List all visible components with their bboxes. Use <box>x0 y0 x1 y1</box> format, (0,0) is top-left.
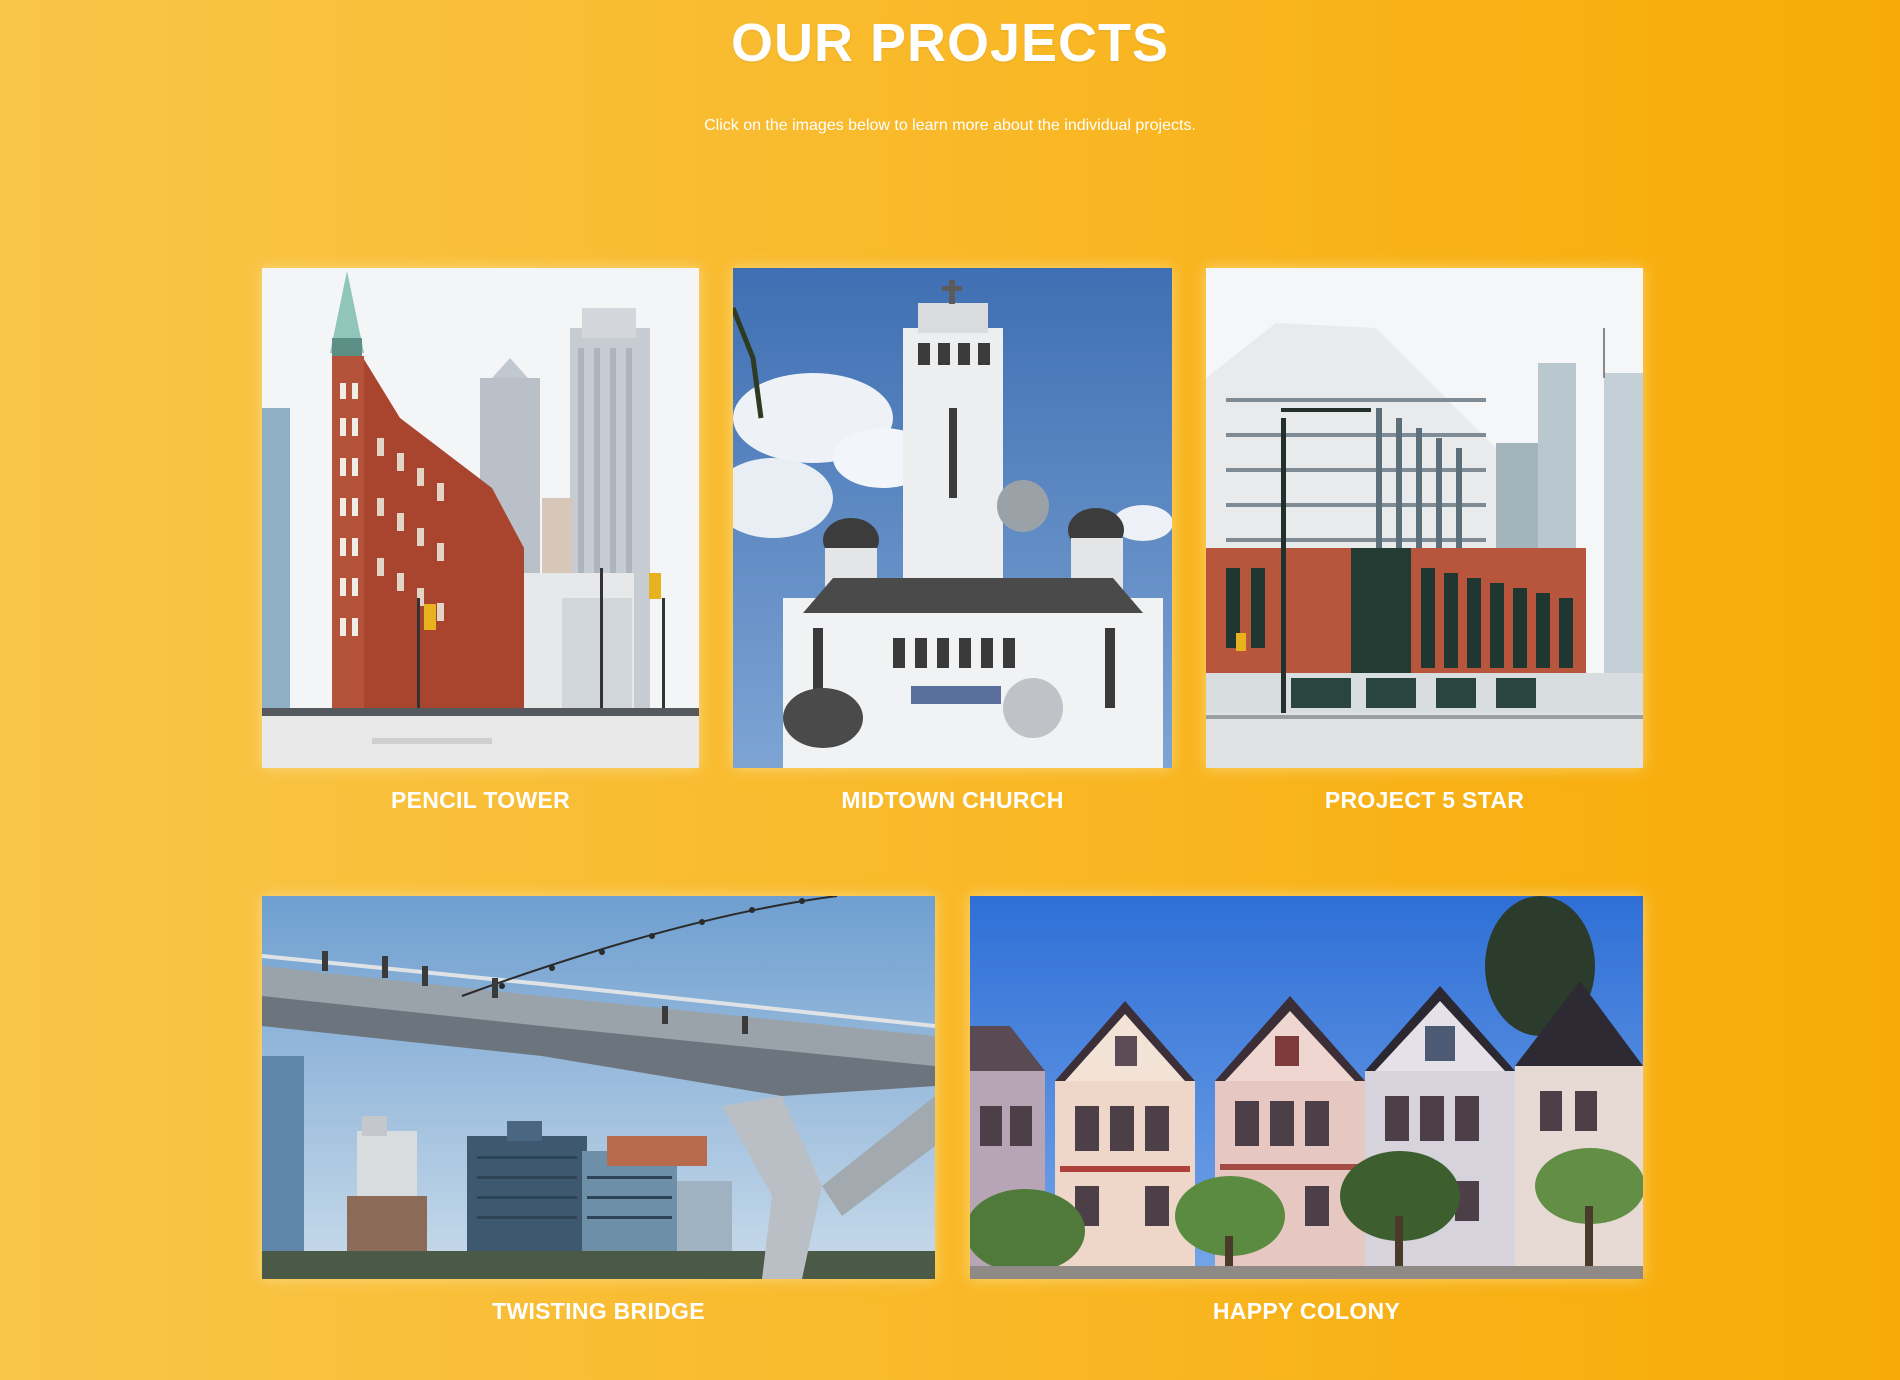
project-card-midtown-church[interactable]: MIDTOWN CHURCH <box>733 268 1172 818</box>
projects-page: OUR PROJECTS Click on the images below t… <box>0 0 1900 1380</box>
project-image-midtown-church[interactable] <box>733 268 1172 768</box>
project-card-project-5-star[interactable]: PROJECT 5 STAR <box>1206 268 1643 818</box>
project-caption-pencil-tower[interactable]: PENCIL TOWER <box>262 787 699 814</box>
project-caption-midtown-church[interactable]: MIDTOWN CHURCH <box>733 787 1172 814</box>
project-caption-twisting-bridge[interactable]: TWISTING BRIDGE <box>262 1298 935 1325</box>
project-caption-project-5-star[interactable]: PROJECT 5 STAR <box>1206 787 1643 814</box>
project-image-project-5-star[interactable] <box>1206 268 1643 768</box>
project-image-twisting-bridge[interactable] <box>262 896 935 1279</box>
project-card-twisting-bridge[interactable]: TWISTING BRIDGE <box>262 896 935 1336</box>
project-image-happy-colony[interactable] <box>970 896 1643 1279</box>
page-title: OUR PROJECTS <box>730 13 1170 73</box>
project-card-happy-colony[interactable]: HAPPY COLONY <box>970 896 1643 1336</box>
project-caption-happy-colony[interactable]: HAPPY COLONY <box>970 1298 1643 1325</box>
page-subtitle: Click on the images below to learn more … <box>704 117 1196 134</box>
project-image-pencil-tower[interactable] <box>262 268 699 768</box>
project-card-pencil-tower[interactable]: PENCIL TOWER <box>262 268 699 818</box>
